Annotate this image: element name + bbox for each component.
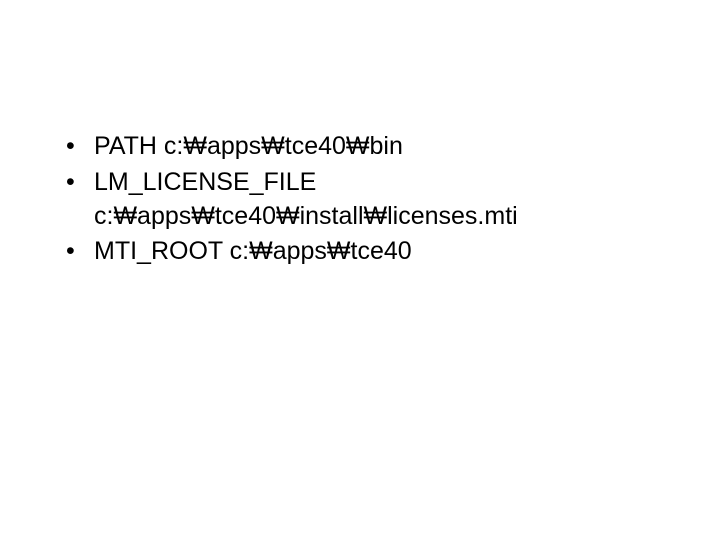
env-var-name: LM_LICENSE_FILE — [94, 168, 316, 196]
env-var-item: MTI_ROOT c:₩apps₩tce40 — [90, 235, 670, 269]
slide: PATH c:₩apps₩tce40₩bin LM_LICENSE_FILE c… — [0, 0, 720, 540]
env-var-name: MTI_ROOT — [94, 237, 223, 265]
space — [223, 237, 230, 265]
env-var-value: c:₩apps₩tce40 — [230, 237, 412, 265]
env-var-value: c:₩apps₩tce40₩install₩licenses.mti — [94, 200, 670, 234]
env-var-list: PATH c:₩apps₩tce40₩bin LM_LICENSE_FILE c… — [50, 130, 670, 269]
env-var-item: PATH c:₩apps₩tce40₩bin — [90, 130, 670, 164]
space — [157, 132, 164, 160]
env-var-value: c:₩apps₩tce40₩bin — [164, 132, 403, 160]
env-var-name: PATH — [94, 132, 157, 160]
env-var-item: LM_LICENSE_FILE c:₩apps₩tce40₩install₩li… — [90, 166, 670, 234]
